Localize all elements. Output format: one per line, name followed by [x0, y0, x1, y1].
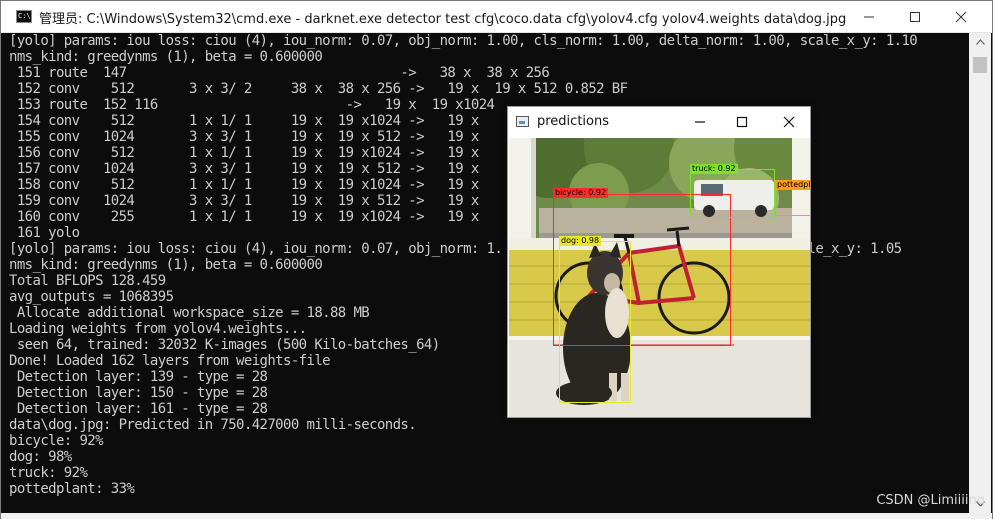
console-line: 157 conv 1024 3 x 3/ 1 19 x 19 x 512 -> …	[9, 161, 480, 177]
predictions-maximize-button[interactable]	[722, 107, 762, 137]
console-line: bicycle: 92%	[9, 433, 104, 449]
console-line: 159 conv 1024 3 x 3/ 1 19 x 19 x 512 -> …	[9, 193, 480, 209]
console-line: nms_kind: greedynms (1), beta = 0.600000	[9, 49, 323, 65]
console-line: pottedplant: 33%	[9, 481, 135, 497]
console-window[interactable]: C:\ 管理员: C:\Windows\System32\cmd.exe - d…	[0, 0, 993, 519]
truck-detection-label: truck: 0.92	[690, 164, 738, 174]
predictions-close-button[interactable]	[769, 107, 809, 137]
truck-detection-box	[690, 169, 775, 218]
console-line: 153 route 152 116 -> 19 x 19 x1024	[9, 97, 495, 113]
window-bottom-border	[1, 513, 992, 519]
predictions-minimize-button[interactable]	[680, 107, 720, 137]
minimize-icon	[695, 121, 705, 123]
scroll-thumb[interactable]	[973, 57, 987, 73]
console-line: data\dog.jpg: Predicted in 750.427000 mi…	[9, 417, 417, 433]
console-line: [yolo] params: iou loss: ciou (4), iou_n…	[9, 241, 902, 257]
console-line: 160 conv 255 1 x 1/ 1 19 x 19 x1024 -> 1…	[9, 209, 480, 225]
image-window-icon	[516, 116, 529, 127]
console-output[interactable]: [yolo] params: iou loss: ciou (4), iou_n…	[9, 33, 964, 503]
console-line: Detection layer: 150 - type = 28	[9, 385, 268, 401]
dog-detection-label: dog: 0.98	[559, 236, 602, 246]
console-line: 155 conv 1024 3 x 3/ 1 19 x 19 x 512 -> …	[9, 129, 480, 145]
cmd-icon: C:\	[16, 10, 32, 23]
console-line: 158 conv 512 1 x 1/ 1 19 x 19 x1024 -> 1…	[9, 177, 480, 193]
console-line: 151 route 147 -> 38 x 38 x 256	[9, 65, 550, 81]
console-line: Total BFLOPS 128.459	[9, 273, 166, 289]
console-line: Allocate additional workspace_size = 18.…	[9, 305, 370, 321]
console-line: 152 conv 512 3 x 3/ 2 38 x 38 x 256 -> 1…	[9, 81, 628, 97]
prediction-image: bicycle: 0.92 dog: 0.98 truck: 0.92 pott…	[509, 138, 810, 417]
console-line: nms_kind: greedynms (1), beta = 0.600000	[9, 257, 323, 273]
close-button[interactable]	[938, 1, 984, 32]
console-line: Detection layer: 139 - type = 28	[9, 369, 268, 385]
close-icon	[955, 11, 967, 22]
csdn-watermark: CSDN @Limiiiing	[876, 493, 985, 508]
console-line: Loading weights from yolov4.weights...	[9, 321, 307, 337]
console-line: [yolo] params: iou loss: ciou (4), iou_n…	[9, 33, 918, 49]
console-line: 161 yolo	[9, 225, 80, 241]
console-line: 154 conv 512 1 x 1/ 1 19 x 19 x1024 -> 1…	[9, 113, 480, 129]
console-line: Done! Loaded 162 layers from weights-fil…	[9, 353, 331, 369]
console-line: Detection layer: 161 - type = 28	[9, 401, 268, 417]
predictions-window[interactable]: predictions bicycle: 0.92 dog: 0.98 truc…	[507, 106, 811, 418]
bicycle-detection-label: bicycle: 0.92	[553, 188, 609, 198]
predictions-titlebar[interactable]: predictions	[508, 107, 810, 137]
console-titlebar[interactable]: C:\ 管理员: C:\Windows\System32\cmd.exe - d…	[1, 1, 992, 33]
console-line: dog: 98%	[9, 449, 72, 465]
console-line: seen 64, trained: 32032 K-images (500 Ki…	[9, 337, 440, 353]
maximize-icon	[910, 11, 920, 22]
close-icon	[783, 116, 795, 128]
chevron-up-icon	[975, 39, 985, 45]
window-title: 管理员: C:\Windows\System32\cmd.exe - darkn…	[39, 12, 847, 27]
minimize-icon	[864, 16, 874, 17]
console-line: avg_outputs = 1068395	[9, 289, 174, 305]
predictions-title: predictions	[537, 114, 609, 129]
console-line: 156 conv 512 1 x 1/ 1 19 x 19 x1024 -> 1…	[9, 145, 480, 161]
vertical-scrollbar[interactable]	[969, 33, 991, 513]
maximize-icon	[736, 116, 748, 128]
dog-detection-box	[559, 241, 631, 403]
scroll-up-button[interactable]	[969, 33, 991, 51]
minimize-button[interactable]	[846, 1, 892, 32]
console-line: truck: 92%	[9, 465, 88, 481]
pottedplant-detection-label: pottedplant	[775, 180, 810, 190]
maximize-button[interactable]	[892, 1, 938, 32]
